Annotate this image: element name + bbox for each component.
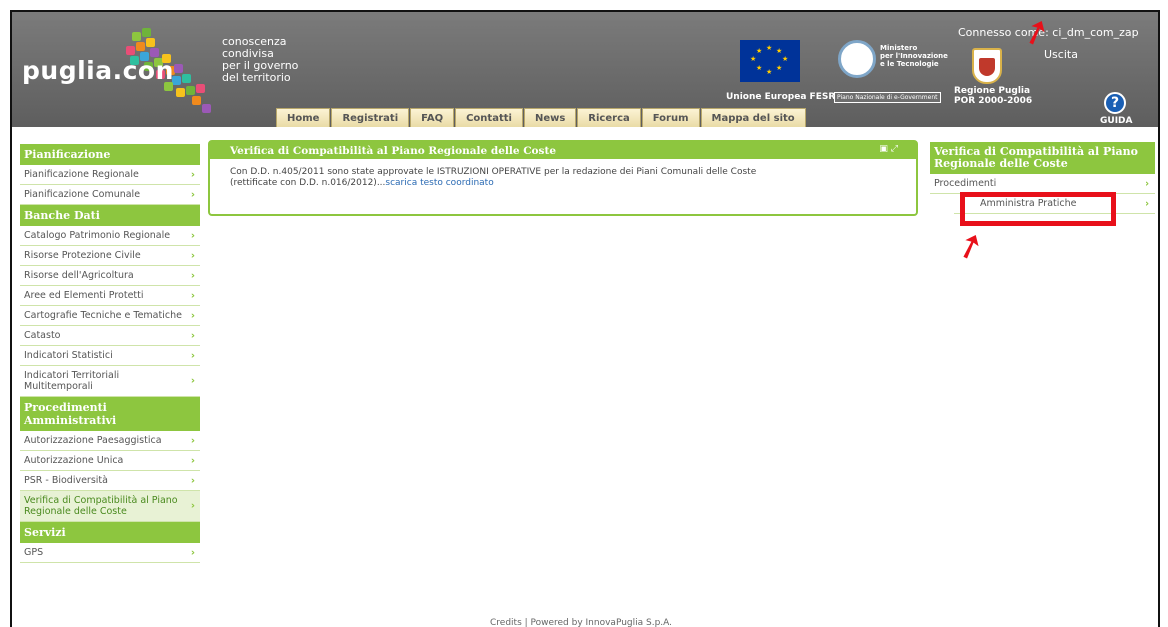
- pne-label: Piano Nazionale di e-Government: [834, 92, 941, 103]
- menu-registrati[interactable]: Registrati: [331, 108, 410, 127]
- sidebar-item-agricoltura[interactable]: Risorse dell'Agricoltura ›: [20, 266, 200, 286]
- page-frame: puglia.con conoscenza condivisa per il g…: [10, 10, 1160, 627]
- logout-link[interactable]: Uscita: [1044, 48, 1078, 61]
- region-shield-icon: [972, 48, 1002, 84]
- sidebar-header-servizi: Servizi: [20, 522, 200, 543]
- minimize-icon[interactable]: ▣: [879, 144, 888, 154]
- ministry-label: Ministero per l'Innovazione e le Tecnolo…: [880, 44, 948, 68]
- annotation-highlight-box: [960, 192, 1116, 226]
- region-label: Regione Puglia POR 2000-2006: [954, 86, 1033, 106]
- chevron-right-icon: ›: [190, 169, 195, 180]
- sidebar-item-psr-biodiversita[interactable]: PSR - Biodiversità ›: [20, 471, 200, 491]
- help-label[interactable]: GUIDA: [1100, 116, 1132, 126]
- footer: Credits | Powered by InnovaPuglia S.p.A.: [490, 618, 673, 627]
- sidebar-item-catasto[interactable]: Catasto ›: [20, 326, 200, 346]
- sidebar-item-autorizzazione-paesaggistica[interactable]: Autorizzazione Paesaggistica ›: [20, 431, 200, 451]
- sidebar-header-banche-dati: Banche Dati: [20, 205, 200, 226]
- sidebar-item-pianificazione-regionale[interactable]: Pianificazione Regionale ›: [20, 165, 200, 185]
- chevron-right-icon: ›: [190, 350, 195, 361]
- sidebar: Pianificazione Pianificazione Regionale ›…: [20, 144, 200, 563]
- chevron-right-icon: ›: [190, 330, 195, 341]
- eu-label: Unione Europea FESR: [726, 92, 836, 102]
- sidebar-item-verifica-compatibilita[interactable]: Verifica di Compatibilità al Piano Regio…: [20, 491, 200, 522]
- main-panel: Verifica di Compatibilità al Piano Regio…: [208, 140, 918, 216]
- chevron-right-icon: ›: [190, 310, 195, 321]
- sidebar-header-procedimenti: Procedimenti Amministrativi: [20, 397, 200, 431]
- sidebar-item-aree-protette[interactable]: Aree ed Elementi Protetti ›: [20, 286, 200, 306]
- right-item-procedimenti[interactable]: Procedimenti ›: [930, 174, 1155, 194]
- site-logo[interactable]: puglia.con: [22, 56, 174, 85]
- chevron-right-icon: ›: [1145, 178, 1149, 189]
- right-panel-title: Verifica di Compatibilità al Piano Regio…: [930, 142, 1155, 174]
- eu-flag-icon: ★ ★ ★ ★ ★ ★ ★ ★: [740, 40, 800, 82]
- chevron-right-icon: ›: [190, 475, 195, 486]
- site-header: puglia.con conoscenza condivisa per il g…: [12, 12, 1158, 127]
- sidebar-item-catalogo[interactable]: Catalogo Patrimonio Regionale ›: [20, 226, 200, 246]
- download-link[interactable]: scarica testo coordinato: [385, 178, 493, 188]
- main-panel-title: Verifica di Compatibilità al Piano Regio…: [210, 142, 916, 159]
- sidebar-item-pianificazione-comunale[interactable]: Pianificazione Comunale ›: [20, 185, 200, 205]
- help-icon[interactable]: ?: [1104, 92, 1126, 114]
- menu-home[interactable]: Home: [276, 108, 331, 127]
- chevron-right-icon: ›: [190, 290, 195, 301]
- chevron-right-icon: ›: [190, 230, 195, 241]
- sidebar-item-indicatori-territoriali[interactable]: Indicatori Territoriali Multitemporali ›: [20, 366, 200, 397]
- sidebar-item-gps[interactable]: GPS ›: [20, 543, 200, 563]
- expand-icon[interactable]: ⤢: [891, 144, 898, 154]
- sidebar-item-protezione-civile[interactable]: Risorse Protezione Civile ›: [20, 246, 200, 266]
- sidebar-item-cartografie[interactable]: Cartografie Tecniche e Tematiche ›: [20, 306, 200, 326]
- chevron-right-icon: ›: [1145, 198, 1149, 209]
- main-panel-text: Con D.D. n.405/2011 sono state approvate…: [230, 167, 757, 188]
- menu-ricerca[interactable]: Ricerca: [577, 108, 641, 127]
- menu-forum[interactable]: Forum: [641, 108, 700, 127]
- site-tagline: conoscenza condivisa per il governo del …: [222, 35, 299, 84]
- sidebar-item-indicatori-statistici[interactable]: Indicatori Statistici ›: [20, 346, 200, 366]
- panel-tools: ▣ ⤢: [879, 144, 898, 154]
- ministry-logo-icon: [838, 40, 876, 78]
- chevron-right-icon: ›: [190, 270, 195, 281]
- menu-faq[interactable]: FAQ: [410, 108, 455, 127]
- chevron-right-icon: ›: [190, 547, 195, 558]
- annotation-arrow-icon: ➚: [950, 222, 991, 270]
- chevron-right-icon: ›: [190, 250, 195, 261]
- sidebar-item-autorizzazione-unica[interactable]: Autorizzazione Unica ›: [20, 451, 200, 471]
- chevron-right-icon: ›: [190, 455, 195, 466]
- chevron-right-icon: ›: [190, 189, 195, 200]
- menu-news[interactable]: News: [523, 108, 577, 127]
- chevron-right-icon: ›: [190, 435, 195, 446]
- chevron-right-icon: ›: [190, 375, 195, 387]
- chevron-right-icon: ›: [190, 500, 195, 512]
- main-menu: Home Registrati FAQ Contatti News Ricerc…: [276, 108, 807, 127]
- sidebar-header-pianificazione: Pianificazione: [20, 144, 200, 165]
- menu-sitemap[interactable]: Mappa del sito: [700, 108, 806, 127]
- menu-contatti[interactable]: Contatti: [455, 108, 523, 127]
